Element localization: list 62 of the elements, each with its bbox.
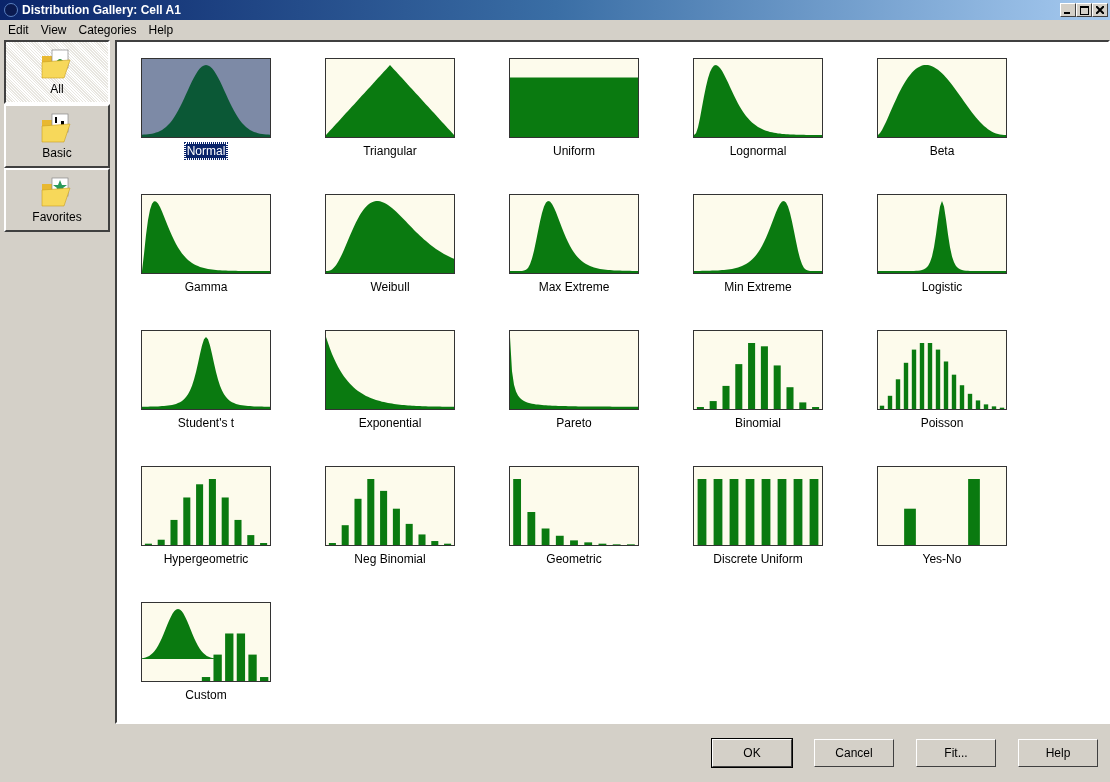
distribution-label: Exponential xyxy=(357,415,423,431)
distribution-drawing[interactable] xyxy=(693,466,823,546)
distribution-label: Gamma xyxy=(183,279,229,295)
distribution-label: Binomial xyxy=(734,415,782,431)
distribution-label: Poisson xyxy=(919,415,965,431)
folder-icon xyxy=(40,48,74,80)
distribution-label: Triangular xyxy=(362,143,418,159)
distribution-drawing[interactable] xyxy=(141,194,271,274)
close-button[interactable] xyxy=(1092,3,1108,17)
distribution-drawing[interactable] xyxy=(693,58,823,138)
distribution-label: Discrete Uniform xyxy=(712,551,804,567)
distribution-label: Neg Binomial xyxy=(353,551,427,567)
menu-item[interactable]: Help xyxy=(142,23,180,37)
distribution-drawing[interactable] xyxy=(141,466,271,546)
distribution-label: Custom xyxy=(184,687,228,703)
distribution-drawing[interactable] xyxy=(877,466,1007,546)
distribution-drawing[interactable] xyxy=(509,194,639,274)
menu-item[interactable]: View xyxy=(34,23,73,37)
maximize-icon xyxy=(1079,5,1089,15)
distribution-drawing[interactable] xyxy=(325,466,455,546)
maximize-button[interactable] xyxy=(1076,3,1092,17)
distribution-drawing[interactable] xyxy=(325,330,455,410)
distribution-drawing[interactable] xyxy=(325,58,455,138)
distribution-label: Pareto xyxy=(555,415,593,431)
close-icon xyxy=(1096,6,1104,14)
distribution-label: Beta xyxy=(928,143,956,159)
distribution-drawing[interactable] xyxy=(877,58,1007,138)
folder-icon xyxy=(40,176,74,208)
distribution-drawing[interactable] xyxy=(693,194,823,274)
distribution-label: Min Extreme xyxy=(723,279,793,295)
distribution-drawing[interactable] xyxy=(509,58,639,138)
distribution-drawing[interactable] xyxy=(877,194,1007,274)
dialog-button[interactable]: Cancel xyxy=(814,739,894,767)
dialog-button[interactable]: OK xyxy=(712,739,792,767)
distribution-label: Yes-No xyxy=(921,551,963,567)
menu-item[interactable]: Edit xyxy=(2,23,35,37)
menu-item[interactable]: Categories xyxy=(72,23,143,37)
distribution-drawing[interactable] xyxy=(509,466,639,546)
category-button[interactable]: Favorites xyxy=(4,168,110,232)
distribution-label: Logistic xyxy=(920,279,964,295)
distribution-label: Lognormal xyxy=(728,143,788,159)
app-icon xyxy=(4,3,18,17)
distribution-label: Uniform xyxy=(552,143,596,159)
dialog-button[interactable]: Fit... xyxy=(916,739,996,767)
distribution-drawing[interactable] xyxy=(877,330,1007,410)
distribution-label: Student's t xyxy=(176,415,236,431)
dialog-button[interactable]: Help xyxy=(1018,739,1098,767)
distribution-label: Max Extreme xyxy=(537,279,611,295)
category-button[interactable]: Basic xyxy=(4,104,110,168)
distribution-label: Weibull xyxy=(369,279,411,295)
distribution-label: Hypergeometric xyxy=(162,551,250,567)
distribution-drawing[interactable] xyxy=(325,194,455,274)
distribution-drawing[interactable] xyxy=(509,330,639,410)
distribution-drawing[interactable] xyxy=(141,330,271,410)
distribution-drawing[interactable] xyxy=(141,602,271,682)
category-button[interactable]: All xyxy=(4,40,110,104)
distribution-label: Normal xyxy=(184,143,228,159)
minimize-button[interactable] xyxy=(1060,3,1076,17)
distribution-drawing[interactable] xyxy=(693,330,823,410)
window-title: Distribution Gallery: Cell A1 xyxy=(22,3,182,17)
distribution-label: Geometric xyxy=(545,551,603,567)
folder-icon xyxy=(40,112,74,144)
